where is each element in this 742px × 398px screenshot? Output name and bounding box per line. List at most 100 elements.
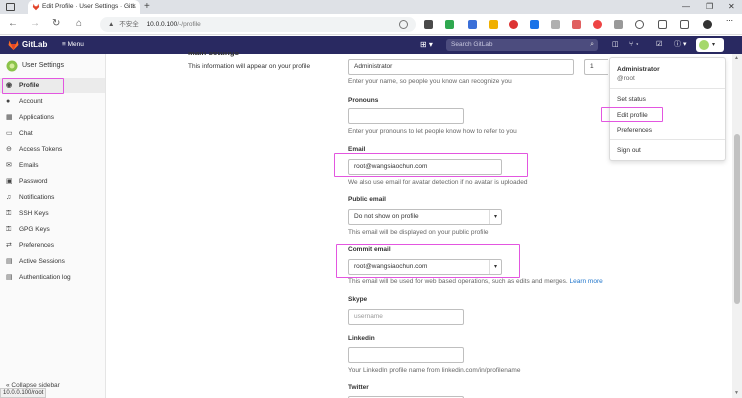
sidebar-item-chat[interactable]: ▭ Chat xyxy=(0,126,105,141)
sidebar-item-label: GPG Keys xyxy=(19,226,50,233)
chat-icon: ▭ xyxy=(6,130,13,137)
window-menu-icon[interactable] xyxy=(6,3,15,11)
scroll-up-icon[interactable]: ▲ xyxy=(734,55,739,61)
gitlab-brand[interactable]: GitLab xyxy=(22,36,47,54)
extension-icon[interactable] xyxy=(468,20,477,29)
sidebar-item-ssh-keys[interactable]: ⚿ SSH Keys xyxy=(0,206,105,221)
dropdown-username: @root xyxy=(617,75,635,82)
public-email-value: Do not show on profile xyxy=(354,213,419,220)
sidebar-item-account[interactable]: ● Account xyxy=(0,94,105,109)
extension-icon[interactable] xyxy=(572,20,581,29)
warning-icon: ▲ xyxy=(108,21,115,28)
name-counter: 1 xyxy=(584,59,608,75)
preferences-item[interactable]: Preferences xyxy=(617,127,652,134)
gitlab-header: GitLab ≡ Menu ⊞ ▾ Search GitLab ⌕ ◫ ⑂ ▾ … xyxy=(0,36,742,54)
sidebar-header[interactable]: User Settings xyxy=(4,58,64,74)
set-status-item[interactable]: Set status xyxy=(617,96,646,103)
extension-icon[interactable] xyxy=(509,20,518,29)
bookmark-star-icon[interactable] xyxy=(658,20,667,29)
bell-icon: ♫ xyxy=(6,194,12,201)
extension-icon[interactable] xyxy=(530,20,539,29)
forward-icon[interactable]: → xyxy=(30,17,40,31)
browser-tab-bar: Edit Profile · User Settings · GitL × + … xyxy=(0,0,742,14)
search-placeholder: Search GitLab xyxy=(451,41,493,48)
new-tab-button[interactable]: + xyxy=(144,0,150,14)
sidebar-item-access-tokens[interactable]: ⊖ Access Tokens xyxy=(0,142,105,157)
sidebar-item-emails[interactable]: ✉ Emails xyxy=(0,158,105,173)
minimize-button[interactable]: — xyxy=(682,0,690,14)
back-icon[interactable]: ← xyxy=(8,17,18,31)
pronouns-input[interactable] xyxy=(348,108,464,124)
extension-icon[interactable] xyxy=(424,20,433,29)
status-bar-url: 10.0.0.100/root xyxy=(0,388,47,398)
profile-highlight xyxy=(2,78,64,94)
new-item-button[interactable]: ⊞ ▾ xyxy=(420,36,433,54)
linkedin-input[interactable] xyxy=(348,347,464,363)
sidebar-item-preferences[interactable]: ⇄ Preferences xyxy=(0,238,105,253)
more-menu-icon[interactable]: ⋯ xyxy=(726,17,735,25)
home-icon[interactable]: ⌂ xyxy=(76,17,82,31)
reload-icon[interactable]: ↻ xyxy=(52,17,60,31)
close-window-button[interactable]: ✕ xyxy=(728,0,735,14)
sidebar-item-label: SSH Keys xyxy=(19,210,49,217)
shield-extension-icon[interactable] xyxy=(445,20,454,29)
gitlab-logo-icon[interactable] xyxy=(8,40,19,50)
sidebar-item-label: Password xyxy=(19,178,48,185)
sidebar-item-password[interactable]: ▣ Password xyxy=(0,174,105,189)
extension-icon[interactable] xyxy=(614,20,623,29)
gitlab-favicon-icon xyxy=(32,3,40,11)
pronouns-help: Enter your pronouns to let people know h… xyxy=(348,128,517,135)
twitter-label: Twitter xyxy=(348,384,369,391)
sidebar-item-gpg-keys[interactable]: ⚿ GPG Keys xyxy=(0,222,105,237)
zoom-icon[interactable] xyxy=(399,20,408,29)
merge-requests-icon[interactable]: ⑂ ▾ xyxy=(629,36,639,54)
page-scrollbar[interactable]: ▲ ▼ xyxy=(732,54,742,398)
browser-tab-title: Edit Profile · User Settings · GitL xyxy=(42,3,136,10)
address-bar[interactable]: ▲ 不安全 10.0.0.100/-/profile xyxy=(100,17,416,32)
scroll-down-icon[interactable]: ▼ xyxy=(734,390,739,396)
sidebar-item-active-sessions[interactable]: ▤ Active Sessions xyxy=(0,254,105,269)
help-icon[interactable]: ⓘ ▾ xyxy=(674,36,686,54)
todos-icon[interactable]: ☑ xyxy=(656,36,662,54)
sidebar-item-label: Preferences xyxy=(19,242,55,249)
sidebar-item-applications[interactable]: ▦ Applications xyxy=(0,110,105,125)
skype-input[interactable]: username xyxy=(348,309,464,325)
extension-icon[interactable] xyxy=(551,20,560,29)
collections-icon[interactable] xyxy=(680,20,689,29)
log-icon: ▤ xyxy=(6,274,13,281)
profile-icon[interactable] xyxy=(703,20,712,29)
sidebar-item-label: Applications xyxy=(19,114,55,121)
extension-icon[interactable] xyxy=(593,20,602,29)
tab-close-icon[interactable]: × xyxy=(132,0,136,14)
extension-icon[interactable] xyxy=(635,20,644,29)
sessions-icon: ▤ xyxy=(6,258,13,265)
learn-more-link[interactable]: Learn more xyxy=(569,278,602,285)
search-input[interactable]: Search GitLab ⌕ xyxy=(446,39,598,51)
dropdown-user-name[interactable]: Administrator xyxy=(617,66,660,73)
browser-tab[interactable]: Edit Profile · User Settings · GitL × xyxy=(28,0,140,14)
name-input[interactable]: Administrator xyxy=(348,59,574,75)
sidebar-item-authentication-log[interactable]: ▤ Authentication log xyxy=(0,270,105,285)
extension-icon[interactable] xyxy=(489,20,498,29)
sidebar-item-label: Active Sessions xyxy=(19,258,65,265)
sidebar-title: User Settings xyxy=(22,62,65,69)
name-help: Enter your name, so people you know can … xyxy=(348,78,512,85)
email-highlight xyxy=(334,153,528,177)
email-help: We also use email for avatar detection i… xyxy=(348,179,528,186)
sidebar-item-notifications[interactable]: ♫ Notifications xyxy=(0,190,105,205)
commit-email-help: This email will be used for web based op… xyxy=(348,278,603,285)
linkedin-label: Linkedin xyxy=(348,335,375,342)
settings-sidebar: User Settings ◉ Profile ● Account ▦ Applica… xyxy=(0,54,106,398)
public-email-select[interactable]: Do not show on profile ▾ xyxy=(348,209,502,225)
sidebar-item-label: Chat xyxy=(19,130,33,137)
scrollbar-thumb[interactable] xyxy=(734,134,740,304)
maximize-button[interactable]: ❐ xyxy=(706,0,713,14)
user-menu-button[interactable]: ▾ xyxy=(696,38,724,52)
sidebar-item-label: Emails xyxy=(19,162,39,169)
issues-icon[interactable]: ◫ xyxy=(612,36,619,54)
sign-out-item[interactable]: Sign out xyxy=(617,147,641,154)
email-label: Email xyxy=(348,146,366,153)
token-icon: ⊖ xyxy=(6,146,12,153)
divider xyxy=(610,139,725,140)
menu-button[interactable]: ≡ Menu xyxy=(62,36,84,54)
